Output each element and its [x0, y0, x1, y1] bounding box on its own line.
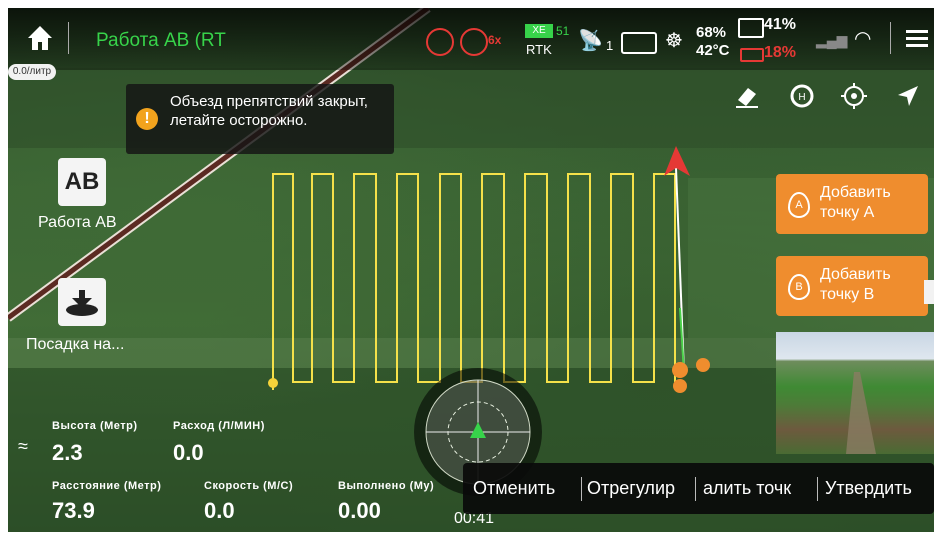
add-point-a-line1: Добавить [820, 184, 891, 201]
adjust-button[interactable]: Отрегулир [587, 478, 675, 499]
cancel-button[interactable]: Отменить [473, 478, 555, 499]
landing-button[interactable] [58, 278, 106, 326]
done-value: 0.00 [338, 498, 381, 523]
menu-icon[interactable] [906, 30, 928, 48]
drone-icon: ☸ [665, 30, 683, 52]
antenna-icon: 📡 [578, 30, 603, 52]
svg-text:H: H [798, 92, 805, 103]
ab-mode-label: Работа АВ [38, 214, 117, 231]
flow-rate-chip: 0.0/литр [8, 64, 56, 80]
drone-temperature: 42°C [696, 42, 730, 59]
no-spray-icon [426, 28, 454, 56]
add-point-b-line1: Добавить [820, 266, 891, 283]
navigation-arrow-icon[interactable] [894, 82, 922, 110]
remote-battery-pct: 41% [764, 16, 797, 33]
cellular-icon: ▂▄▆ [816, 32, 848, 48]
distance-label: Расстояние (Метр) [52, 480, 162, 492]
speed-value: 0.0 [204, 498, 235, 523]
altitude-sensor-icon: ≈ [18, 436, 28, 456]
pin-b-icon: B [788, 274, 810, 300]
camera-preview[interactable] [776, 332, 934, 454]
locate-icon[interactable] [840, 82, 868, 110]
remote-signal-icon [621, 32, 657, 54]
divider [695, 477, 696, 501]
low-battery-icon [740, 48, 764, 62]
speed-label: Скорость (М/С) [204, 480, 294, 492]
divider [817, 477, 818, 501]
ab-mode-button[interactable]: AB [58, 158, 106, 206]
rtk-label: RTK [526, 42, 552, 57]
no-obstacle-icon [460, 28, 488, 56]
home-icon[interactable] [26, 24, 54, 52]
divider [68, 22, 69, 54]
signal-count: 1 [606, 38, 614, 53]
ab-icon: AB [64, 168, 100, 195]
obstacle-avoidance-notice: ! Объезд препятствий закрыт, летайте ост… [126, 84, 394, 154]
height-value: 2.3 [52, 440, 83, 465]
action-bar: Отменить Отрегулир алить точк Утвердить [463, 463, 934, 514]
waypoint-marker[interactable] [696, 358, 710, 372]
landing-icon [66, 290, 98, 316]
drone-battery-pct: 68% [696, 24, 727, 41]
distance-value: 73.9 [52, 498, 95, 523]
divider [581, 477, 582, 501]
side-panel-toggle[interactable] [924, 280, 934, 304]
notice-text: Объезд препятствий закрыт, летайте остор… [170, 93, 368, 129]
delete-point-button[interactable]: алить точк [703, 478, 791, 499]
pin-a-icon: A [788, 192, 810, 218]
wifi-icon: ◠ [854, 28, 872, 50]
divider [890, 22, 891, 54]
add-point-a-button[interactable]: A Добавить точку A [776, 174, 928, 234]
height-label: Высота (Метр) [52, 420, 138, 432]
drone-position-marker[interactable] [672, 362, 688, 378]
satellite-count: 51 [556, 24, 570, 38]
add-point-b-line2: точку B [820, 286, 875, 303]
remote-battery-icon [738, 18, 764, 38]
confirm-button[interactable]: Утвердить [825, 478, 912, 499]
gnss-badge: XE [525, 24, 553, 38]
low-battery-pct: 18% [764, 44, 797, 61]
done-label: Выполнено (Му) [338, 480, 435, 492]
add-point-b-button[interactable]: B Добавить точку B [776, 256, 928, 316]
task-title[interactable]: Работа АВ (RT [96, 30, 226, 52]
landing-label: Посадка на... [26, 336, 125, 353]
flow-value: 0.0 [173, 440, 204, 465]
home-point-icon[interactable]: H [788, 82, 816, 110]
add-point-a-line2: точку A [820, 204, 875, 221]
warning-count-badge: 6x [488, 33, 502, 47]
flow-label: Расход (Л/МИН) [173, 420, 265, 432]
app-screen: Работа АВ (RT 6x XE 51 RTK 📡 1 ☸ 68% 42°… [8, 8, 934, 532]
route-start-point[interactable] [268, 378, 278, 388]
warning-icon: ! [136, 108, 158, 130]
eraser-icon[interactable] [732, 82, 760, 110]
